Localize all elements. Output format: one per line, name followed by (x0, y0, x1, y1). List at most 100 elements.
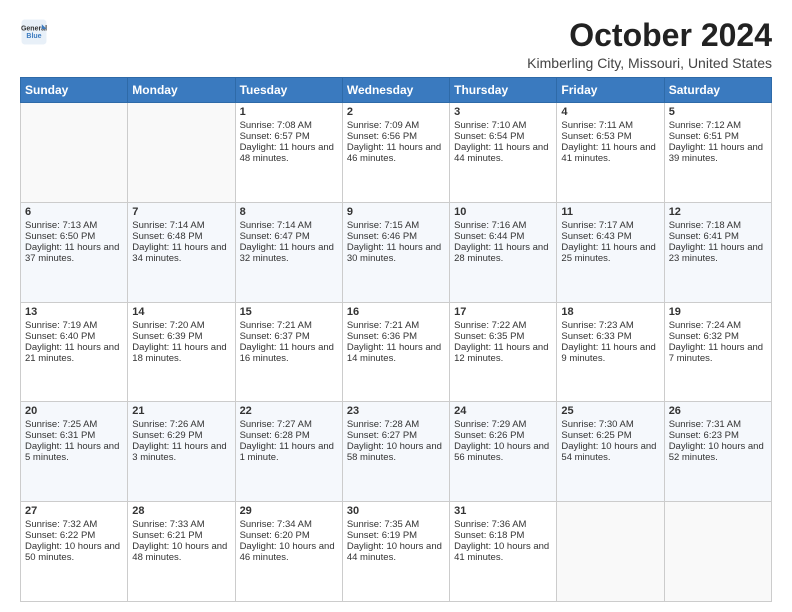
calendar-cell: 18Sunrise: 7:23 AMSunset: 6:33 PMDayligh… (557, 302, 664, 402)
sunset-text: Sunset: 6:19 PM (347, 530, 445, 541)
sunset-text: Sunset: 6:53 PM (561, 131, 659, 142)
day-of-week-header: Friday (557, 78, 664, 103)
daylight-text: Daylight: 11 hours and 32 minutes. (240, 242, 338, 264)
calendar-cell: 4Sunrise: 7:11 AMSunset: 6:53 PMDaylight… (557, 103, 664, 203)
day-of-week-header: Monday (128, 78, 235, 103)
calendar-cell: 27Sunrise: 7:32 AMSunset: 6:22 PMDayligh… (21, 502, 128, 602)
sunset-text: Sunset: 6:28 PM (240, 430, 338, 441)
sunrise-text: Sunrise: 7:14 AM (132, 220, 230, 231)
daylight-text: Daylight: 11 hours and 1 minute. (240, 441, 338, 463)
calendar-cell: 6Sunrise: 7:13 AMSunset: 6:50 PMDaylight… (21, 202, 128, 302)
sunrise-text: Sunrise: 7:20 AM (132, 320, 230, 331)
calendar-cell: 1Sunrise: 7:08 AMSunset: 6:57 PMDaylight… (235, 103, 342, 203)
calendar-cell: 5Sunrise: 7:12 AMSunset: 6:51 PMDaylight… (664, 103, 771, 203)
calendar-table: SundayMondayTuesdayWednesdayThursdayFrid… (20, 77, 772, 602)
sunrise-text: Sunrise: 7:13 AM (25, 220, 123, 231)
calendar-cell: 14 Sunrise: 7:20 AMSunset: 6:39 PMDayligh… (128, 302, 235, 402)
sunrise-text: Sunrise: 7:15 AM (347, 220, 445, 231)
daylight-text: Daylight: 11 hours and 12 minutes. (454, 342, 552, 364)
calendar-cell: 22Sunrise: 7:27 AMSunset: 6:28 PMDayligh… (235, 402, 342, 502)
sunset-text: Sunset: 6:36 PM (347, 331, 445, 342)
day-number: 8 (240, 206, 338, 218)
day-number: 7 (132, 206, 230, 218)
calendar-cell: 11Sunrise: 7:17 AMSunset: 6:43 PMDayligh… (557, 202, 664, 302)
subtitle: Kimberling City, Missouri, United States (527, 55, 772, 71)
daylight-text: Daylight: 11 hours and 30 minutes. (347, 242, 445, 264)
sunrise-text: Sunrise: 7:10 AM (454, 120, 552, 131)
sunset-text: Sunset: 6:18 PM (454, 530, 552, 541)
daylight-text: Daylight: 11 hours and 14 minutes. (347, 342, 445, 364)
calendar-cell: 2Sunrise: 7:09 AMSunset: 6:56 PMDaylight… (342, 103, 449, 203)
sunrise-text: Sunrise: 7:11 AM (561, 120, 659, 131)
sunset-text: Sunset: 6:39 PM (132, 331, 230, 342)
day-number: 24 (454, 405, 552, 417)
daylight-text: Daylight: 11 hours and 18 minutes. (132, 342, 230, 364)
sunrise-text: Sunrise: 7:24 AM (669, 320, 767, 331)
calendar-cell: 17Sunrise: 7:22 AMSunset: 6:35 PMDayligh… (450, 302, 557, 402)
main-title: October 2024 (527, 18, 772, 53)
day-number: 1 (240, 106, 338, 118)
daylight-text: Daylight: 11 hours and 16 minutes. (240, 342, 338, 364)
daylight-text: Daylight: 11 hours and 9 minutes. (561, 342, 659, 364)
sunrise-text: Sunrise: 7:29 AM (454, 419, 552, 430)
calendar-cell (664, 502, 771, 602)
day-number: 15 (240, 306, 338, 318)
day-number: 6 (25, 206, 123, 218)
daylight-text: Daylight: 10 hours and 48 minutes. (132, 541, 230, 563)
sunset-text: Sunset: 6:47 PM (240, 231, 338, 242)
sunset-text: Sunset: 6:31 PM (25, 430, 123, 441)
sunset-text: Sunset: 6:51 PM (669, 131, 767, 142)
day-number: 29 (240, 505, 338, 517)
sunrise-text: Sunrise: 7:26 AM (132, 419, 230, 430)
sunset-text: Sunset: 6:46 PM (347, 231, 445, 242)
calendar-cell: 29Sunrise: 7:34 AMSunset: 6:20 PMDayligh… (235, 502, 342, 602)
calendar-cell: 12Sunrise: 7:18 AMSunset: 6:41 PMDayligh… (664, 202, 771, 302)
sunrise-text: Sunrise: 7:08 AM (240, 120, 338, 131)
daylight-text: Daylight: 11 hours and 7 minutes. (669, 342, 767, 364)
daylight-text: Daylight: 10 hours and 44 minutes. (347, 541, 445, 563)
day-number: 5 (669, 106, 767, 118)
sunrise-text: Sunrise: 7:17 AM (561, 220, 659, 231)
daylight-text: Daylight: 10 hours and 41 minutes. (454, 541, 552, 563)
sunset-text: Sunset: 6:23 PM (669, 430, 767, 441)
daylight-text: Daylight: 11 hours and 21 minutes. (25, 342, 123, 364)
calendar-cell: 19 Sunrise: 7:24 AMSunset: 6:32 PMDayligh… (664, 302, 771, 402)
sunset-text: Sunset: 6:56 PM (347, 131, 445, 142)
day-number: 22 (240, 405, 338, 417)
day-number: 28 (132, 505, 230, 517)
logo: General Blue (20, 18, 48, 46)
day-number: 10 (454, 206, 552, 218)
calendar-cell: 10Sunrise: 7:16 AMSunset: 6:44 PMDayligh… (450, 202, 557, 302)
day-number: 26 (669, 405, 767, 417)
calendar-cell: 25Sunrise: 7:30 AMSunset: 6:25 PMDayligh… (557, 402, 664, 502)
sunset-text: Sunset: 6:26 PM (454, 430, 552, 441)
daylight-text: Daylight: 11 hours and 41 minutes. (561, 142, 659, 164)
sunset-text: Sunset: 6:27 PM (347, 430, 445, 441)
day-number: 20 (25, 405, 123, 417)
calendar-week-row: 13Sunrise: 7:19 AMSunset: 6:40 PMDayligh… (21, 302, 772, 402)
daylight-text: Daylight: 10 hours and 52 minutes. (669, 441, 767, 463)
calendar-cell: 31Sunrise: 7:36 AMSunset: 6:18 PMDayligh… (450, 502, 557, 602)
calendar-cell: 30Sunrise: 7:35 AMSunset: 6:19 PMDayligh… (342, 502, 449, 602)
day-number: 9 (347, 206, 445, 218)
calendar-cell: 26Sunrise: 7:31 AMSunset: 6:23 PMDayligh… (664, 402, 771, 502)
day-number: 19 (669, 306, 767, 318)
day-number: 12 (669, 206, 767, 218)
sunset-text: Sunset: 6:40 PM (25, 331, 123, 342)
sunrise-text: Sunrise: 7:14 AM (240, 220, 338, 231)
day-number: 3 (454, 106, 552, 118)
daylight-text: Daylight: 10 hours and 46 minutes. (240, 541, 338, 563)
day-number: 23 (347, 405, 445, 417)
title-block: October 2024 Kimberling City, Missouri, … (527, 18, 772, 71)
day-of-week-header: Thursday (450, 78, 557, 103)
calendar-cell: 28Sunrise: 7:33 AMSunset: 6:21 PMDayligh… (128, 502, 235, 602)
calendar-cell: 8 Sunrise: 7:14 AMSunset: 6:47 PMDaylight… (235, 202, 342, 302)
sunrise-text: Sunrise: 7:19 AM (25, 320, 123, 331)
day-number: 16 (347, 306, 445, 318)
daylight-text: Daylight: 11 hours and 37 minutes. (25, 242, 123, 264)
calendar-cell: 7Sunrise: 7:14 AMSunset: 6:48 PMDaylight… (128, 202, 235, 302)
sunset-text: Sunset: 6:33 PM (561, 331, 659, 342)
sunset-text: Sunset: 6:54 PM (454, 131, 552, 142)
sunset-text: Sunset: 6:32 PM (669, 331, 767, 342)
day-number: 14 (132, 306, 230, 318)
